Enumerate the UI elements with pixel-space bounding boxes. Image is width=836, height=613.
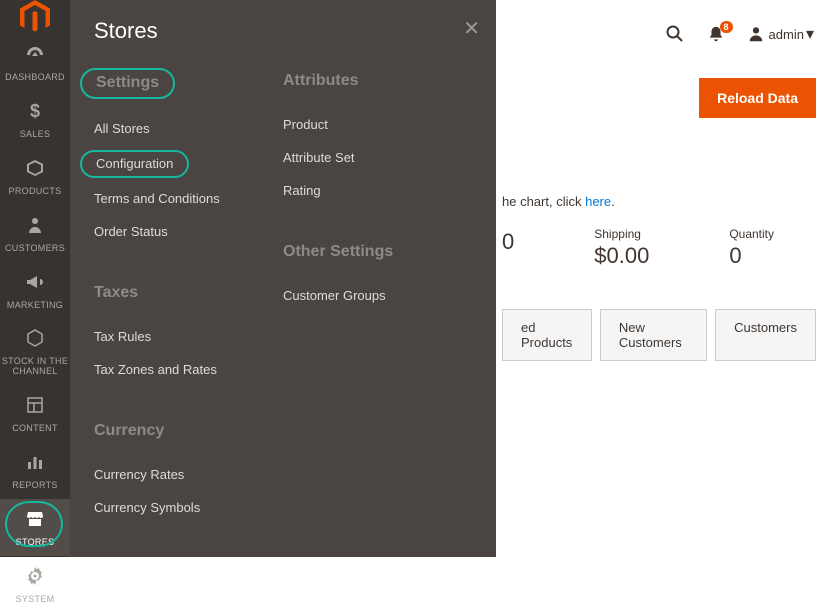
tab-new-customers[interactable]: New Customers: [600, 309, 707, 361]
sidebar-item-dashboard[interactable]: DASHBOARD: [0, 34, 70, 91]
svg-text:$: $: [30, 101, 40, 121]
sidebar-label: PRODUCTS: [9, 187, 62, 197]
top-bar: 8 admin ▾: [496, 0, 836, 68]
highlight-annotation: Settings: [80, 68, 175, 99]
link-configuration[interactable]: Configuration: [94, 145, 283, 182]
link-rating[interactable]: Rating: [283, 174, 472, 207]
sidebar-label: SYSTEM: [16, 595, 55, 605]
link-attribute-set[interactable]: Attribute Set: [283, 141, 472, 174]
highlight-annotation: Configuration: [80, 150, 189, 178]
sidebar-label: SALES: [20, 130, 51, 140]
stat-block-quantity: Quantity 0: [729, 227, 774, 269]
gear-icon: [25, 566, 45, 591]
bars-icon: [25, 452, 45, 477]
sidebar-item-stores[interactable]: STORES: [0, 499, 70, 556]
stat-value: 0: [729, 243, 774, 269]
sidebar-item-reports[interactable]: REPORTS: [0, 442, 70, 499]
section-attributes: Attributes: [283, 72, 472, 90]
sidebar-item-products[interactable]: PRODUCTS: [0, 148, 70, 205]
sidebar-item-system[interactable]: SYSTEM: [0, 556, 70, 613]
link-order-status[interactable]: Order Status: [94, 215, 283, 248]
main-content: Reload Data he chart, click here. 0 Ship…: [496, 68, 836, 557]
megaphone-icon: [25, 272, 45, 297]
person-icon: [25, 215, 45, 240]
layout-icon: [25, 395, 45, 420]
chevron-down-icon: ▾: [806, 24, 814, 44]
link-currency-rates[interactable]: Currency Rates: [94, 458, 283, 491]
chart-hint-link[interactable]: here: [585, 194, 611, 209]
flyout-col-left: Settings All Stores Configuration Terms …: [94, 64, 283, 524]
stats-row: 0 Shipping $0.00 Quantity 0: [502, 209, 816, 309]
section-currency: Currency: [94, 422, 283, 440]
link-tax-zones[interactable]: Tax Zones and Rates: [94, 353, 283, 386]
hex-icon: [25, 328, 45, 353]
link-terms[interactable]: Terms and Conditions: [94, 182, 283, 215]
user-icon: [747, 25, 765, 43]
search-icon[interactable]: [665, 24, 685, 44]
highlight-annotation: [5, 501, 63, 547]
link-all-stores[interactable]: All Stores: [94, 112, 283, 145]
sidebar-item-customers[interactable]: CUSTOMERS: [0, 205, 70, 262]
dashboard-icon: [25, 44, 45, 69]
admin-sidebar: DASHBOARD $ SALES PRODUCTS CUSTOMERS MAR…: [0, 0, 70, 557]
section-settings: Settings: [94, 72, 283, 94]
tab-products[interactable]: ed Products: [502, 309, 592, 361]
admin-label: admin: [769, 27, 804, 42]
stat-label: Quantity: [729, 227, 774, 241]
sidebar-label: CUSTOMERS: [5, 244, 65, 254]
close-icon[interactable]: ✕: [463, 16, 480, 41]
admin-account-menu[interactable]: admin ▾: [747, 24, 814, 44]
sidebar-item-stock-channel[interactable]: STOCK IN THE CHANNEL: [0, 318, 70, 385]
flyout-title: Stores: [70, 18, 496, 64]
stat-value: 0: [502, 229, 514, 255]
section-taxes: Taxes: [94, 284, 283, 302]
reload-data-button[interactable]: Reload Data: [699, 78, 816, 118]
sidebar-item-content[interactable]: CONTENT: [0, 385, 70, 442]
link-customer-groups[interactable]: Customer Groups: [283, 279, 472, 312]
sidebar-label: STOCK IN THE CHANNEL: [0, 357, 70, 377]
notif-badge: 8: [720, 21, 733, 33]
link-tax-rules[interactable]: Tax Rules: [94, 320, 283, 353]
stat-block: 0: [502, 227, 514, 269]
box-icon: [25, 158, 45, 183]
sidebar-item-marketing[interactable]: MARKETING: [0, 262, 70, 319]
dollar-icon: $: [25, 101, 45, 126]
magento-logo[interactable]: [0, 0, 70, 34]
tabs-row: ed Products New Customers Customers: [502, 309, 816, 361]
sidebar-label: REPORTS: [12, 481, 57, 491]
stat-block-shipping: Shipping $0.00: [594, 227, 649, 269]
section-other: Other Settings: [283, 243, 472, 261]
sidebar-label: CONTENT: [12, 424, 58, 434]
sidebar-item-sales[interactable]: $ SALES: [0, 91, 70, 148]
stat-value: $0.00: [594, 243, 649, 269]
link-currency-symbols[interactable]: Currency Symbols: [94, 491, 283, 524]
sidebar-label: DASHBOARD: [5, 73, 65, 83]
magento-logo-icon: [20, 0, 50, 34]
stores-flyout-menu: Stores ✕ Settings All Stores Configurati…: [70, 0, 496, 557]
chart-hint-text: he chart, click here.: [502, 118, 816, 209]
tab-customers[interactable]: Customers: [715, 309, 816, 361]
link-product[interactable]: Product: [283, 108, 472, 141]
flyout-col-right: Attributes Product Attribute Set Rating …: [283, 64, 472, 524]
notifications-icon[interactable]: 8: [707, 25, 725, 43]
sidebar-label: MARKETING: [7, 301, 63, 311]
stat-label: Shipping: [594, 227, 649, 241]
